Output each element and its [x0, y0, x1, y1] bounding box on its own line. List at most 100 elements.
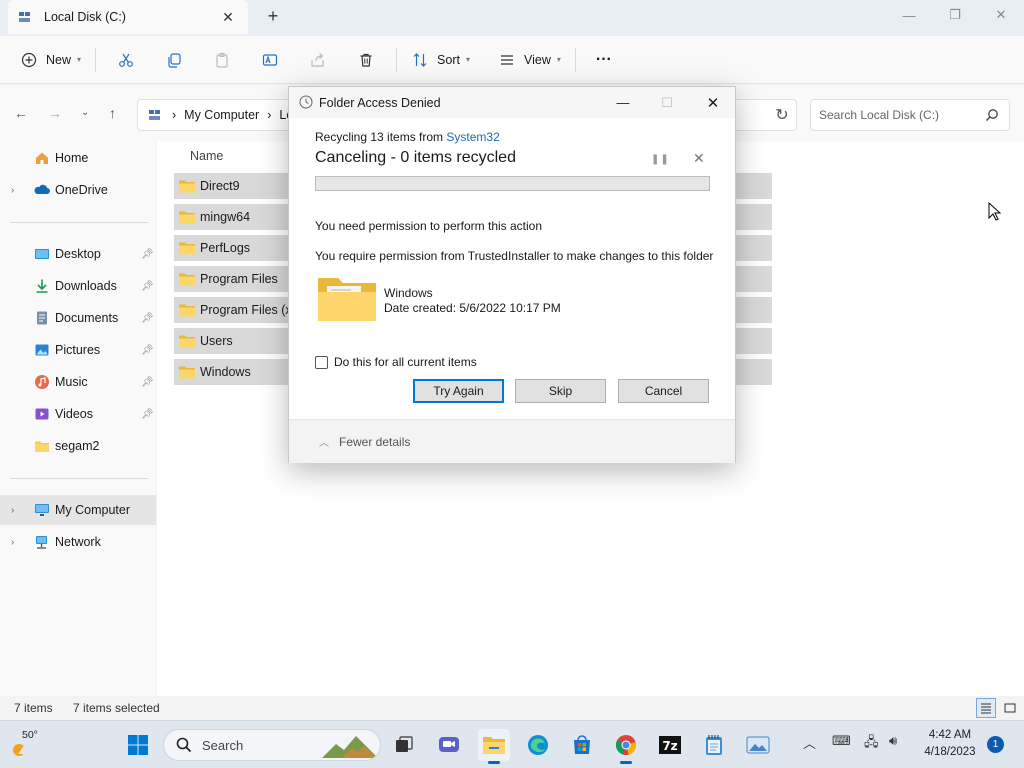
folder-icon [179, 366, 195, 379]
sidebar-item-documents[interactable]: Documents 📌︎ [0, 304, 156, 332]
more-icon: ··· [595, 50, 612, 68]
file-name: Windows [200, 365, 251, 379]
dialog-footer: ︿ Fewer details [289, 419, 735, 463]
status-bar: 7 items 7 items selected [0, 696, 1024, 720]
clock[interactable]: 4:42 AM 4/18/2023 [918, 727, 982, 761]
notification-badge[interactable]: 1 [987, 736, 1004, 753]
sidebar-item-onedrive[interactable]: › OneDrive [0, 176, 156, 204]
progress-bar [315, 176, 710, 191]
recycling-source-link[interactable]: System32 [446, 130, 499, 144]
chrome-button[interactable] [610, 729, 642, 764]
chevron-down-icon: ▾ [465, 55, 470, 64]
pin-icon[interactable]: 📌︎ [141, 377, 154, 388]
skip-button[interactable]: Skip [515, 379, 606, 403]
checkbox[interactable] [315, 355, 328, 369]
sidebar-item-segam2[interactable]: segam2 [0, 432, 156, 460]
up-arrow-icon[interactable]: ↑ [109, 105, 116, 121]
view-button[interactable]: View ▾ [490, 44, 569, 76]
chevron-down-icon: ▾ [77, 55, 82, 64]
folder-icon [179, 211, 195, 224]
apply-to-all-checkbox[interactable]: Do this for all current items [315, 355, 477, 369]
task-view-button[interactable] [388, 729, 420, 761]
chevron-right-icon[interactable]: › [11, 185, 14, 196]
trash-icon [360, 53, 372, 67]
copy-button[interactable] [150, 44, 198, 76]
start-button[interactable] [122, 729, 154, 761]
sidebar-item-music[interactable]: Music 📌︎ [0, 368, 156, 396]
show-hidden-icons-chevron-icon[interactable]: ︿ [803, 733, 816, 752]
cut-button[interactable] [102, 44, 150, 76]
back-arrow-icon[interactable]: ← [14, 105, 28, 121]
breadcrumb-separator: › [172, 108, 177, 122]
new-tab-button[interactable]: + [262, 6, 284, 27]
sidebar-divider [10, 222, 148, 223]
details-view-icon[interactable] [976, 698, 996, 718]
breadcrumb-my-computer[interactable]: My Computer [184, 108, 259, 122]
search-input[interactable]: Search Local Disk (C:) [810, 99, 1010, 131]
try-again-button[interactable]: Try Again [413, 379, 504, 403]
refresh-icon[interactable]: ↻ [766, 99, 798, 131]
7zip-button[interactable]: 7z [654, 729, 686, 761]
share-button[interactable] [294, 44, 342, 76]
edge-button[interactable] [522, 729, 554, 761]
onedrive-icon [34, 184, 50, 194]
file-name: Program Files [200, 272, 278, 286]
keyboard-icon[interactable]: ⌨ [832, 733, 851, 749]
more-options-button[interactable]: ··· [588, 44, 620, 76]
tab-close-icon[interactable]: ✕ [218, 9, 238, 26]
notepad-button[interactable] [698, 729, 730, 761]
maximize-button[interactable]: ❐ [932, 0, 978, 30]
pin-icon[interactable]: 📌︎ [141, 281, 154, 292]
sidebar-item-my-computer[interactable]: › My Computer [0, 495, 156, 525]
windows-logo-icon [128, 735, 148, 755]
search-icon [176, 737, 192, 753]
search-label: Search [202, 737, 244, 753]
folder-name: Windows [384, 286, 433, 300]
dialog-maximize-button[interactable]: ☐ [645, 87, 689, 118]
sidebar-item-downloads[interactable]: Downloads 📌︎ [0, 272, 156, 300]
column-header-name[interactable]: Name [190, 149, 223, 163]
explorer-tab[interactable]: Local Disk (C:) ✕ [8, 0, 248, 34]
network-status-icon[interactable]: 🖧︎ [864, 733, 879, 755]
delete-button[interactable] [342, 44, 390, 76]
store-button[interactable] [566, 729, 598, 761]
paste-button[interactable] [198, 44, 246, 76]
pin-icon[interactable]: 📌︎ [141, 249, 154, 260]
sort-button[interactable]: Sort ▾ [403, 44, 478, 76]
file-explorer-button[interactable] [478, 729, 510, 764]
minimize-button[interactable]: ― [886, 0, 932, 30]
forward-arrow-icon[interactable]: → [48, 105, 62, 121]
stop-icon[interactable]: ✕ [693, 150, 705, 167]
chevron-right-icon[interactable]: › [11, 505, 14, 516]
pin-icon[interactable]: 📌︎ [141, 313, 154, 324]
sidebar-item-videos[interactable]: Videos 📌︎ [0, 400, 156, 428]
folder-access-denied-dialog: Folder Access Denied ― ☐ ✕ Recycling 13 … [288, 86, 736, 463]
rename-button[interactable] [246, 44, 294, 76]
close-button[interactable]: ✕ [978, 0, 1024, 30]
taskbar-search[interactable]: Search [163, 729, 381, 761]
teams-chat-button[interactable] [433, 729, 465, 761]
tiles-view-icon[interactable] [1000, 698, 1020, 718]
fewer-details-toggle[interactable]: ︿ Fewer details [319, 434, 411, 450]
mouse-cursor-icon [988, 202, 1002, 221]
sidebar-item-desktop[interactable]: Desktop 📌︎ [0, 240, 156, 268]
view-label: View [523, 52, 551, 67]
dialog-minimize-button[interactable]: ― [601, 87, 645, 118]
image-viewer-button[interactable] [742, 729, 774, 761]
new-button[interactable]: New ▾ [12, 44, 89, 76]
recent-locations-chevron-icon[interactable]: ⌄ [81, 107, 89, 118]
volume-icon[interactable]: 🔊︎ [889, 733, 897, 749]
pin-icon[interactable]: 📌︎ [141, 345, 154, 356]
7zip-icon: 7z [659, 736, 681, 754]
dialog-close-button[interactable]: ✕ [691, 87, 735, 118]
sidebar-item-home[interactable]: Home [0, 144, 156, 172]
pause-icon[interactable]: ❚❚ [651, 154, 670, 165]
sidebar-item-pictures[interactable]: Pictures 📌︎ [0, 336, 156, 364]
sidebar-item-network[interactable]: › Network [0, 528, 156, 556]
fewer-details-label: Fewer details [339, 434, 411, 449]
item-count: 7 items [14, 701, 53, 715]
pin-icon[interactable]: 📌︎ [141, 409, 154, 420]
cancel-button[interactable]: Cancel [618, 379, 709, 403]
chevron-right-icon[interactable]: › [11, 537, 14, 548]
weather-widget[interactable]: 50° [10, 727, 44, 763]
